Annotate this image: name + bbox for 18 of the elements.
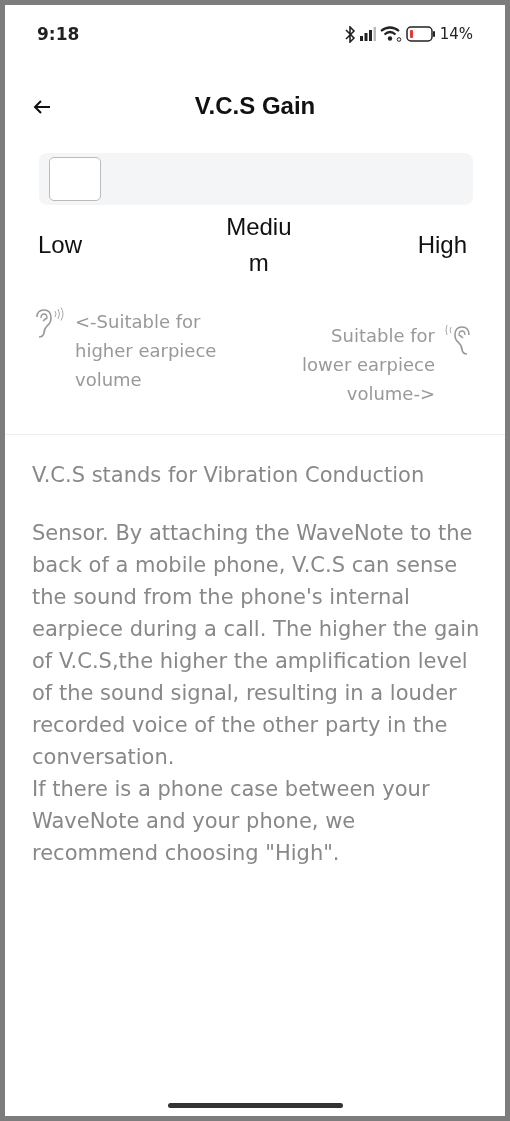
signal-icon — [359, 27, 376, 41]
description-paragraph: If there is a phone case between your WaveNote and your phone, we recommend choosing "High". — [32, 776, 431, 867]
description-paragraph: Sensor. By attaching the WaveNote to the back of a mobile phone, V.C.S can sense the sound from the phone's internal earpiece during a call. The higher the gain of V.C.S,the higher the amplification level of the sound signal, resulting in a louder recorded voice of the other party in the conversation. — [32, 520, 481, 771]
level-label[interactable]: Medium — [221, 209, 296, 281]
hint-text: Suitable for lower earpiece volume-> — [301, 324, 435, 406]
page-title: V.C.S Gain — [194, 92, 316, 120]
bluetooth-icon — [343, 25, 356, 43]
battery-percent: 14% — [439, 25, 473, 43]
hint-text: <-Suitable for higher earpiece volume — [75, 310, 218, 392]
description-paragraph: V.C.S stands for Vibration Conduction — [32, 462, 426, 489]
home-indicator[interactable] — [168, 1103, 343, 1108]
wifi-icon — [379, 26, 402, 42]
battery-icon — [405, 26, 436, 42]
slider-thumb[interactable] — [49, 157, 101, 201]
level-label[interactable]: High — [417, 227, 473, 263]
level-label[interactable]: Low — [32, 227, 83, 263]
status-time: 9:18 — [37, 24, 80, 44]
back-arrow-icon — [33, 99, 51, 115]
